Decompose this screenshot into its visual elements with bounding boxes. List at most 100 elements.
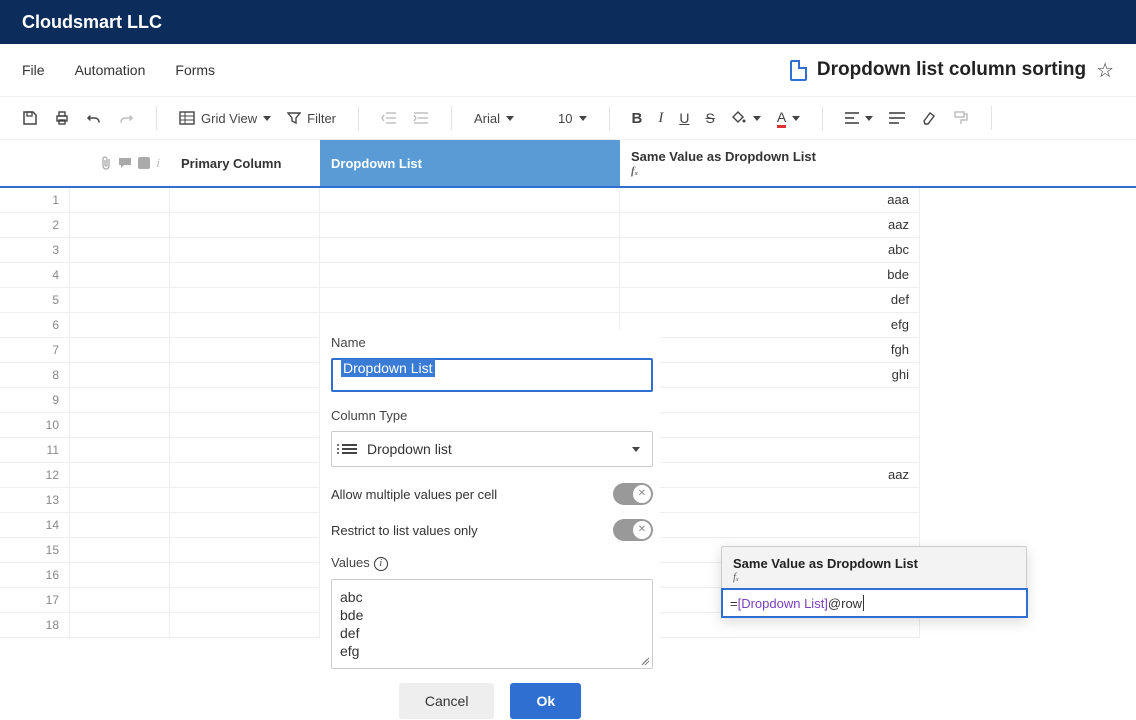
- info-icon[interactable]: i: [374, 557, 388, 571]
- cell-dropdown[interactable]: [320, 213, 620, 238]
- cell-same-value[interactable]: [620, 413, 920, 438]
- cell-primary[interactable]: [170, 338, 320, 363]
- cell-same-value[interactable]: efg: [620, 313, 920, 338]
- cell-same-value[interactable]: bde: [620, 263, 920, 288]
- row-icon-gutter: [70, 563, 170, 588]
- row-header-corner: i: [0, 140, 170, 186]
- values-label: Valuesi: [331, 555, 649, 571]
- row-number: 11: [0, 438, 70, 463]
- cell-primary[interactable]: [170, 288, 320, 313]
- clear-format-icon[interactable]: [917, 111, 941, 125]
- ok-button[interactable]: Ok: [510, 683, 581, 719]
- cell-primary[interactable]: [170, 463, 320, 488]
- column-type-value: Dropdown list: [367, 441, 452, 457]
- cell-primary[interactable]: [170, 313, 320, 338]
- cell-primary[interactable]: [170, 613, 320, 638]
- format-painter-icon[interactable]: [949, 110, 973, 126]
- list-icon: [342, 442, 357, 456]
- menu-automation[interactable]: Automation: [75, 62, 146, 78]
- cancel-button[interactable]: Cancel: [399, 683, 495, 719]
- cell-primary[interactable]: [170, 538, 320, 563]
- cell-dropdown[interactable]: [320, 288, 620, 313]
- column-header-dropdown[interactable]: Dropdown List: [320, 140, 620, 186]
- row-number: 3: [0, 238, 70, 263]
- filter-label: Filter: [307, 111, 336, 126]
- cell-primary[interactable]: [170, 438, 320, 463]
- fx-icon: fₓ: [631, 165, 909, 177]
- underline-icon[interactable]: U: [675, 110, 693, 126]
- name-label: Name: [331, 335, 649, 350]
- table-row[interactable]: 3 abc: [0, 238, 1136, 263]
- outdent-icon[interactable]: [377, 111, 401, 125]
- cell-same-value[interactable]: ghi: [620, 363, 920, 388]
- save-icon[interactable]: [18, 110, 42, 126]
- table-row[interactable]: 1aaa: [0, 188, 1136, 213]
- values-textarea[interactable]: abc bde def efg: [331, 579, 653, 669]
- row-icon-gutter: [70, 388, 170, 413]
- cell-same-value[interactable]: aaz: [620, 213, 920, 238]
- cell-primary[interactable]: [170, 588, 320, 613]
- cell-primary[interactable]: [170, 388, 320, 413]
- font-dropdown[interactable]: Arial: [470, 111, 518, 126]
- row-number: 15: [0, 538, 70, 563]
- column-header-primary[interactable]: Primary Column: [170, 140, 320, 186]
- cell-primary[interactable]: [170, 413, 320, 438]
- row-number: 5: [0, 288, 70, 313]
- column-type-dropdown[interactable]: Dropdown list: [331, 431, 653, 467]
- cell-primary[interactable]: [170, 213, 320, 238]
- cell-same-value[interactable]: [620, 438, 920, 463]
- cell-primary[interactable]: [170, 238, 320, 263]
- favorite-star-icon[interactable]: ☆: [1096, 58, 1114, 83]
- comment-icon: [118, 157, 132, 169]
- cell-primary[interactable]: [170, 363, 320, 388]
- cell-dropdown[interactable]: [320, 263, 620, 288]
- cell-same-value[interactable]: fgh: [620, 338, 920, 363]
- restrict-values-toggle[interactable]: [613, 519, 653, 541]
- undo-icon[interactable]: [82, 110, 106, 126]
- row-number: 14: [0, 513, 70, 538]
- chevron-down-icon: [792, 116, 800, 121]
- row-icon-gutter: [70, 413, 170, 438]
- fill-color-icon[interactable]: [727, 110, 765, 126]
- cell-same-value[interactable]: abc: [620, 238, 920, 263]
- cell-same-value[interactable]: [620, 513, 920, 538]
- column-type-label: Column Type: [331, 408, 649, 423]
- cell-primary[interactable]: [170, 513, 320, 538]
- menu-file[interactable]: File: [22, 62, 45, 78]
- redo-icon[interactable]: [114, 110, 138, 126]
- cell-primary[interactable]: [170, 563, 320, 588]
- menu-forms[interactable]: Forms: [175, 62, 215, 78]
- column-name-input[interactable]: Dropdown List: [331, 358, 653, 392]
- row-number: 17: [0, 588, 70, 613]
- cell-same-value[interactable]: [620, 388, 920, 413]
- filter-button[interactable]: Filter: [283, 111, 340, 126]
- formula-column-ref: [Dropdown List]: [738, 596, 828, 611]
- table-row[interactable]: 5 def: [0, 288, 1136, 313]
- cell-same-value[interactable]: def: [620, 288, 920, 313]
- cell-dropdown[interactable]: [320, 188, 620, 213]
- column-header-same-value[interactable]: Same Value as Dropdown List fₓ: [620, 140, 920, 186]
- cell-dropdown[interactable]: [320, 238, 620, 263]
- bold-icon[interactable]: B: [628, 110, 647, 127]
- align-icon[interactable]: [841, 112, 877, 124]
- cell-primary[interactable]: [170, 263, 320, 288]
- print-icon[interactable]: [50, 110, 74, 126]
- cell-primary[interactable]: [170, 488, 320, 513]
- cell-same-value[interactable]: aaa: [620, 188, 920, 213]
- strikethrough-icon[interactable]: S: [701, 110, 718, 126]
- allow-multiple-toggle[interactable]: [613, 483, 653, 505]
- text-color-icon[interactable]: A: [773, 109, 804, 128]
- cell-primary[interactable]: [170, 188, 320, 213]
- table-row[interactable]: 2aaz: [0, 213, 1136, 238]
- cell-same-value[interactable]: aaz: [620, 463, 920, 488]
- formula-input[interactable]: =[Dropdown List]@row: [721, 588, 1028, 618]
- chevron-down-icon: [263, 116, 271, 121]
- table-row[interactable]: 4bde: [0, 263, 1136, 288]
- menu-bar: File Automation Forms Dropdown list colu…: [0, 44, 1136, 96]
- grid-view-dropdown[interactable]: Grid View: [175, 110, 275, 126]
- italic-icon[interactable]: I: [654, 110, 667, 127]
- indent-icon[interactable]: [409, 111, 433, 125]
- font-size-dropdown[interactable]: 10: [554, 111, 590, 126]
- cell-same-value[interactable]: [620, 488, 920, 513]
- wrap-text-icon[interactable]: [885, 112, 909, 124]
